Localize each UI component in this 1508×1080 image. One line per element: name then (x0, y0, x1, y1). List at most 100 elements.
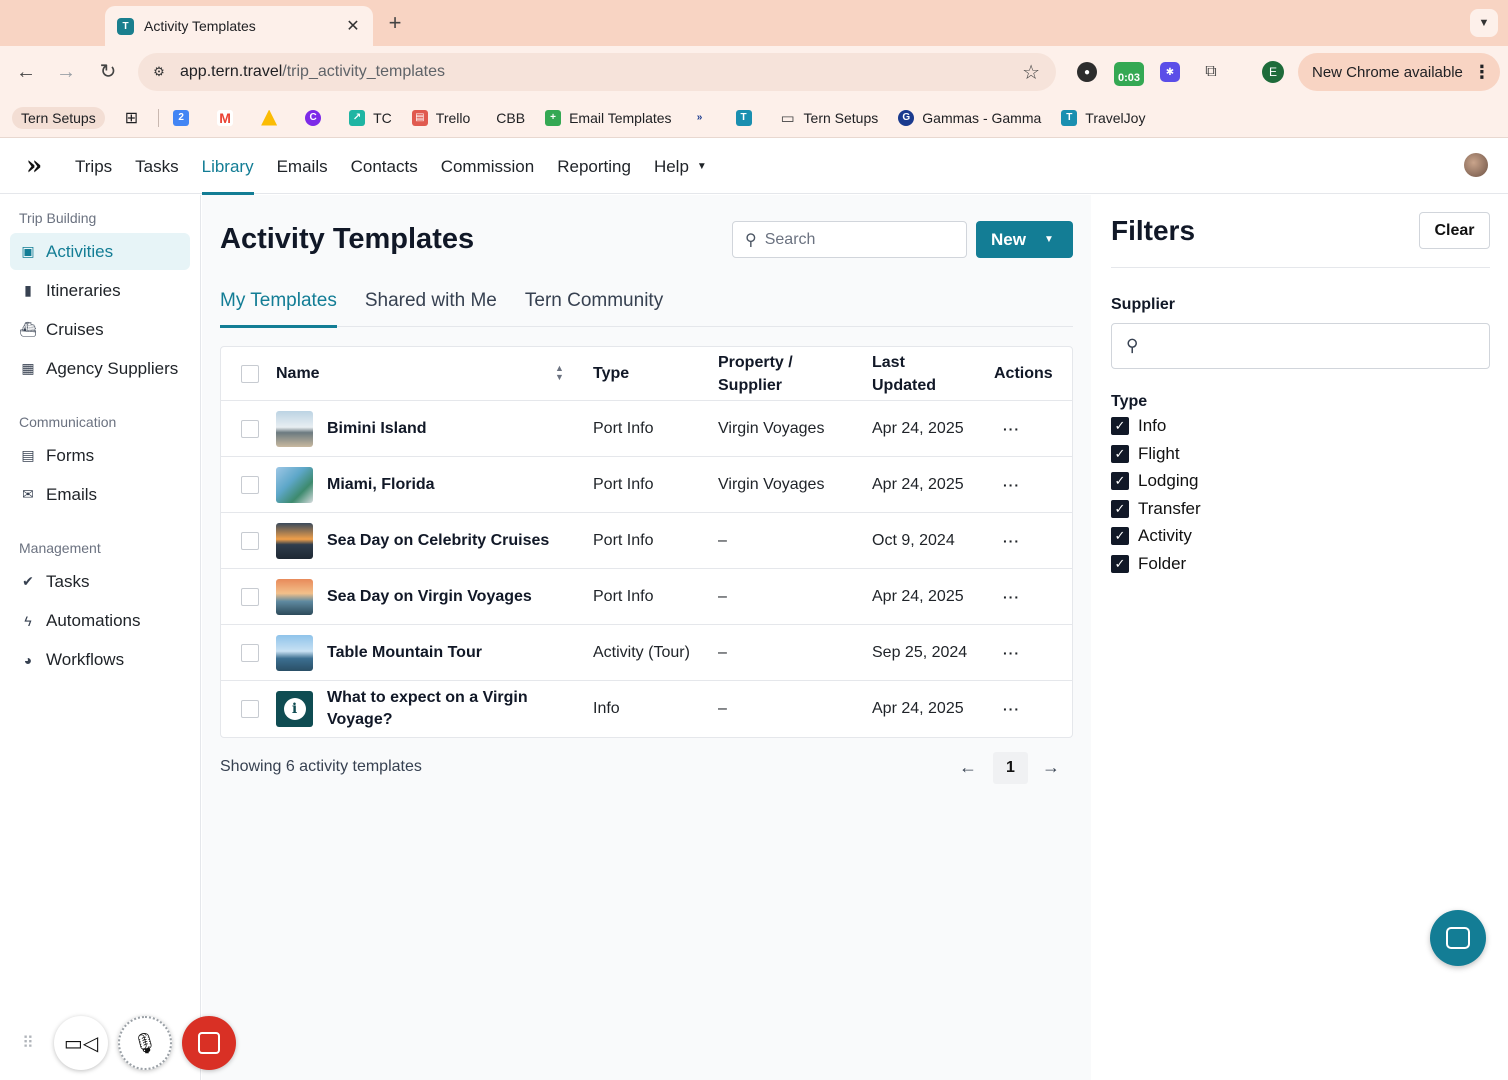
extension-sparkle-icon[interactable]: ✱ (1160, 62, 1180, 82)
type-filter-flight[interactable]: ✓ Flight (1111, 443, 1180, 465)
checkbox-checked-icon[interactable]: ✓ (1111, 445, 1129, 463)
gmail-bookmark-icon[interactable]: M (217, 109, 241, 126)
table-row[interactable]: i What to expect on a Virgin Voyage? Inf… (221, 681, 1072, 737)
tab-tern-community[interactable]: Tern Community (525, 275, 663, 327)
tab-my-templates[interactable]: My Templates (220, 275, 337, 328)
table-row[interactable]: Sea Day on Celebrity Cruises Port Info –… (221, 513, 1072, 569)
tab-shared-with-me[interactable]: Shared with Me (365, 275, 497, 327)
site-info-icon[interactable]: ⚙ (150, 63, 168, 81)
page-number[interactable]: 1 (993, 752, 1028, 784)
sort-icon[interactable]: ▲ ▼ (555, 364, 564, 382)
sidebar-item-automations[interactable]: ϟ Automations (10, 602, 190, 639)
bookmark-tc[interactable]: ↗ TC (349, 109, 392, 126)
bookmark-email-templates[interactable]: + Email Templates (545, 109, 672, 126)
template-name[interactable]: Sea Day on Virgin Voyages (327, 569, 587, 624)
new-button[interactable]: New ▼ (976, 221, 1073, 258)
previous-page-arrow-icon[interactable]: ← (959, 757, 977, 778)
row-actions-menu[interactable]: ··· (1003, 457, 1020, 512)
template-name[interactable]: Sea Day on Celebrity Cruises (327, 513, 587, 568)
checkbox-checked-icon[interactable]: ✓ (1111, 527, 1129, 545)
close-tab-icon[interactable]: ✕ (345, 16, 361, 36)
template-name[interactable]: Bimini Island (327, 401, 587, 456)
tern-logo-icon[interactable]: » (26, 151, 52, 181)
address-bar[interactable]: ⚙ app.tern.travel/trip_activity_template… (138, 53, 1056, 91)
bookmark-folder-tern-setups[interactable]: ▭ Tern Setups (780, 110, 878, 127)
bookmark-trello[interactable]: ▤ Trello (411, 109, 470, 126)
tern-bookmark-icon[interactable]: » (692, 110, 716, 126)
chrome-menu-icon[interactable]: ⋮ (1473, 62, 1491, 83)
type-filter-transfer[interactable]: ✓ Transfer (1111, 498, 1201, 520)
type-filter-info[interactable]: ✓ Info (1111, 415, 1166, 437)
row-checkbox[interactable] (241, 643, 259, 662)
bookmark-traveljoy[interactable]: T TravelJoy (1061, 109, 1145, 126)
camera-button[interactable]: ▭◁ (54, 1016, 108, 1070)
travel-bookmark-icon[interactable]: T (735, 109, 760, 126)
forward-arrow-icon[interactable]: → (54, 60, 78, 84)
chrome-update-button[interactable]: New Chrome available ⋮ (1298, 53, 1500, 91)
type-filter-activity[interactable]: ✓ Activity (1111, 525, 1192, 547)
back-arrow-icon[interactable]: ← (14, 60, 38, 84)
user-avatar[interactable] (1464, 153, 1488, 177)
checkbox-checked-icon[interactable]: ✓ (1111, 500, 1129, 518)
table-row[interactable]: Miami, Florida Port Info Virgin Voyages … (221, 457, 1072, 513)
bookmark-gammas[interactable]: G Gammas - Gamma (898, 109, 1041, 126)
sidebar-item-agency-suppliers[interactable]: ▦ Agency Suppliers (10, 350, 190, 387)
row-checkbox[interactable] (241, 419, 259, 438)
new-tab-icon[interactable]: + (384, 10, 406, 36)
nav-commission[interactable]: Commission (441, 139, 535, 194)
row-checkbox[interactable] (241, 475, 259, 494)
table-row[interactable]: Sea Day on Virgin Voyages Port Info – Ap… (221, 569, 1072, 625)
checkbox-checked-icon[interactable]: ✓ (1111, 555, 1129, 573)
row-actions-menu[interactable]: ··· (1003, 625, 1020, 680)
template-name[interactable]: What to expect on a Virgin Voyage? (327, 681, 567, 737)
bookmark-star-icon[interactable]: ☆ (1022, 60, 1040, 85)
nav-reporting[interactable]: Reporting (557, 139, 631, 194)
sidebar-item-workflows[interactable]: ◕ Workflows (10, 641, 190, 678)
row-actions-menu[interactable]: ··· (1003, 569, 1020, 624)
next-page-arrow-icon[interactable]: → (1042, 757, 1060, 778)
type-filter-folder[interactable]: ✓ Folder (1111, 553, 1186, 575)
sidebar-item-tasks[interactable]: ✔ Tasks (10, 563, 190, 600)
table-row[interactable]: Table Mountain Tour Activity (Tour) – Se… (221, 625, 1072, 681)
canva-bookmark-icon[interactable]: C (305, 109, 329, 126)
template-name[interactable]: Miami, Florida (327, 457, 587, 512)
microphone-button[interactable]: 🎙 (118, 1016, 172, 1070)
profile-avatar[interactable]: E (1262, 61, 1284, 83)
apps-grid-icon[interactable]: ⊞ (125, 108, 138, 128)
search-field[interactable]: ⚲ (732, 221, 967, 258)
bookmark-tern-setups[interactable]: Tern Setups (12, 106, 105, 129)
row-checkbox[interactable] (241, 587, 259, 606)
search-input[interactable] (764, 230, 955, 249)
supplier-search-input[interactable]: ⚲ (1111, 323, 1490, 369)
column-header-name[interactable]: Name (276, 347, 320, 400)
tab-search-chevron-icon[interactable]: ▼ (1470, 9, 1498, 37)
reload-icon[interactable]: ↻ (96, 60, 120, 84)
nav-emails[interactable]: Emails (277, 139, 328, 194)
nav-contacts[interactable]: Contacts (351, 139, 418, 194)
checkbox-checked-icon[interactable]: ✓ (1111, 472, 1129, 490)
select-all-checkbox[interactable] (241, 364, 259, 383)
row-checkbox[interactable] (241, 531, 259, 550)
nav-library[interactable]: Library (201, 139, 254, 195)
template-name[interactable]: Table Mountain Tour (327, 625, 587, 680)
sidebar-item-forms[interactable]: ▤ Forms (10, 437, 190, 474)
sidebar-item-cruises[interactable]: ⛴ Cruises (10, 311, 190, 348)
sidebar-item-emails[interactable]: ✉ Emails (10, 476, 190, 513)
timer-extension-icon[interactable]: 0:03 (1114, 62, 1144, 86)
table-row[interactable]: Bimini Island Port Info Virgin Voyages A… (221, 401, 1072, 457)
extension-icon[interactable]: ● (1077, 62, 1097, 82)
browser-tab[interactable]: T Activity Templates ✕ (105, 6, 373, 46)
row-actions-menu[interactable]: ··· (1003, 401, 1020, 456)
extensions-puzzle-icon[interactable]: ⧉ (1201, 62, 1221, 82)
nav-help[interactable]: Help ▼ (654, 139, 707, 194)
sidebar-item-itineraries[interactable]: ▮ Itineraries (10, 272, 190, 309)
checkbox-checked-icon[interactable]: ✓ (1111, 417, 1129, 435)
clear-filters-button[interactable]: Clear (1419, 212, 1490, 249)
row-actions-menu[interactable]: ··· (1003, 681, 1020, 737)
chat-launcher-button[interactable] (1430, 910, 1486, 966)
row-checkbox[interactable] (241, 700, 259, 718)
row-actions-menu[interactable]: ··· (1003, 513, 1020, 568)
nav-trips[interactable]: Trips (75, 139, 112, 194)
drive-bookmark-icon[interactable] (261, 109, 285, 126)
nav-tasks[interactable]: Tasks (135, 139, 178, 194)
